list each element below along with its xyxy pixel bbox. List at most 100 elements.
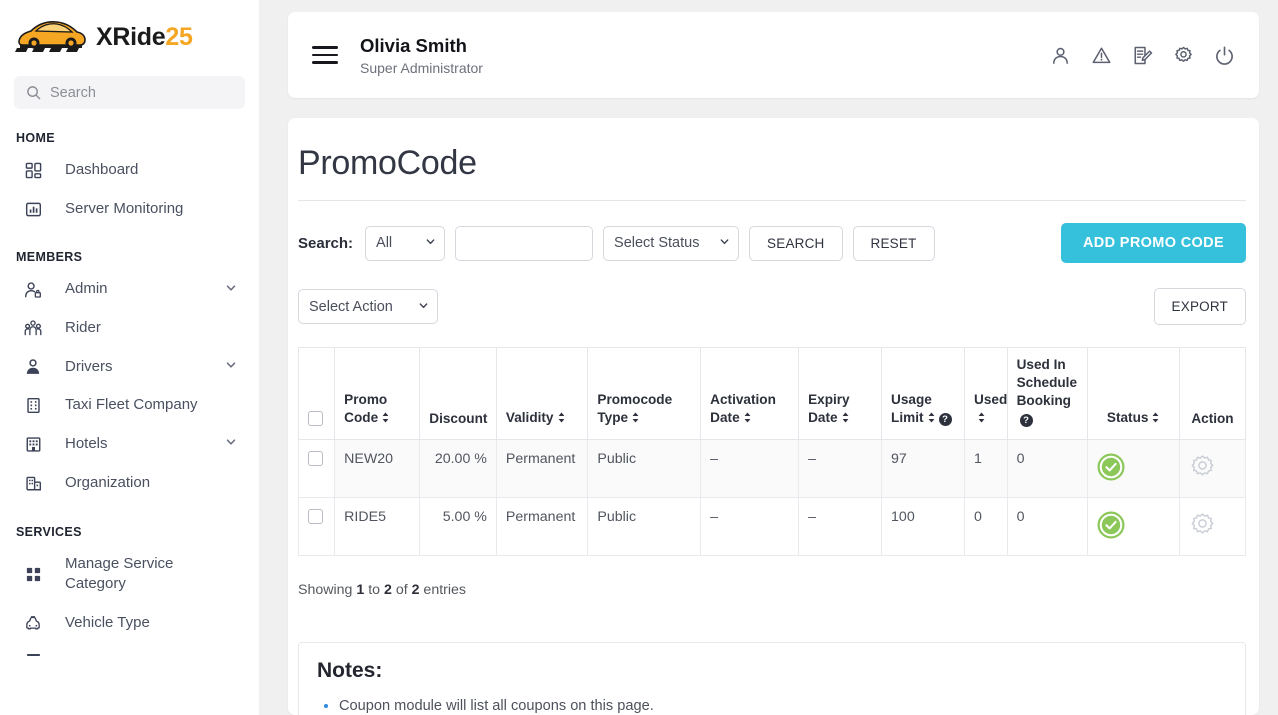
warning-triangle-icon[interactable] [1091,45,1112,66]
header-user-role: Super Administrator [360,59,483,76]
reset-button[interactable]: RESET [852,225,935,261]
status-select-wrapper: Select Status [603,225,740,261]
col-action: Action [1178,347,1247,440]
chevron-down-icon[interactable] [225,435,237,453]
table-row: NEW20 20.00 % Permanent Public – – 97 1 … [297,438,1247,498]
sidebar-item-rider[interactable]: Rider [0,309,259,348]
user-icon [22,358,44,376]
sidebar-search[interactable]: Search [14,76,245,109]
col-promo-code[interactable]: Promo Code [334,347,421,440]
cell-validity: Permanent [495,496,589,556]
filter-bar: Search: All Select Status SEARCH RESET A… [298,223,1246,263]
gear-icon[interactable] [1189,511,1236,542]
showing-of: of [391,581,412,598]
status-select[interactable]: Select Status [603,225,740,261]
search-input[interactable] [455,225,594,261]
col-label: Validity [505,409,554,425]
grid-icon [22,566,44,583]
help-icon[interactable]: ? [1019,413,1033,427]
col-expiry-date[interactable]: Expiry Date [798,347,883,440]
brand-accent: 25 [165,22,193,51]
sort-icon [381,410,390,428]
table-toolbar: Select Action EXPORT [298,288,1246,325]
chevron-down-icon[interactable] [225,358,237,376]
search-icon [27,86,41,100]
export-button[interactable]: EXPORT [1153,288,1246,325]
menu-line-icon [22,652,44,658]
sidebar-section-home: HOME [16,131,55,145]
users-icon [22,319,44,337]
sidebar-item-hotels[interactable]: Hotels [0,425,259,464]
status-badge-active[interactable] [1097,511,1170,543]
col-promocode-type[interactable]: Promocode Type [587,347,702,440]
header-user-block: Olivia Smith Super Administrator [360,34,483,75]
list-item: Coupon module will list all coupons on t… [339,695,1227,715]
main-content: Olivia Smith Super Administrator PromoCo… [259,0,1278,715]
showing-to: 2 [383,581,392,598]
cell-expiry-date: – [798,496,883,556]
search-button[interactable]: SEARCH [749,225,843,261]
hotel-icon [22,436,44,453]
sidebar-item-partial[interactable] [0,643,259,667]
user-icon[interactable] [1050,45,1071,66]
sidebar-item-vehicle-type[interactable]: Vehicle Type [0,604,259,643]
add-promo-code-button[interactable]: ADD PROMO CODE [1060,223,1246,263]
sidebar-item-label: Manage Service Category [65,554,174,593]
notes-list: Coupon module will list all coupons on t… [317,695,1227,715]
search-type-select[interactable]: All [365,225,446,261]
action-select-wrapper: Select Action [298,289,438,324]
chevron-down-icon[interactable] [225,281,237,299]
gear-icon[interactable] [1173,45,1194,66]
title-divider [298,200,1246,201]
showing-prefix: Showing [298,581,357,598]
row-checkbox[interactable] [308,450,323,466]
app-root: XRide25 Search HOME Dashboard Server Mon… [0,0,1278,715]
col-validity[interactable]: Validity [495,347,589,440]
col-status[interactable]: Status [1087,347,1180,440]
sidebar-item-server-monitoring[interactable]: Server Monitoring [0,190,259,229]
power-icon[interactable] [1214,45,1235,66]
col-label: Action [1191,410,1234,426]
col-activation-date[interactable]: Activation Date [700,347,800,440]
row-checkbox[interactable] [308,508,323,524]
col-label: Used In Schedule Booking [1016,357,1078,408]
col-usage-limit[interactable]: Usage Limit? [881,347,966,440]
status-badge-active[interactable] [1097,453,1170,485]
gear-icon[interactable] [1189,453,1236,484]
select-all-header [297,347,336,440]
cell-activation-date: – [700,496,800,556]
edit-document-icon[interactable] [1132,45,1153,66]
sort-icon [841,410,850,428]
cell-usage-limit: 100 [881,496,966,556]
cell-promo-code: NEW20 [334,438,421,498]
cell-used-in-schedule-booking: 0 [1006,496,1089,556]
sidebar-item-manage-service-category[interactable]: Manage Service Category [0,545,259,604]
sidebar-item-dashboard[interactable]: Dashboard [0,151,259,190]
cell-usage-limit: 97 [881,438,966,498]
sidebar-item-taxi-fleet-company[interactable]: Taxi Fleet Company [0,386,259,425]
hamburger-icon[interactable] [312,41,338,68]
row-select-cell [297,496,336,556]
showing-mid: to [364,581,384,598]
showing-suffix: entries [419,581,467,598]
sidebar-item-label: Hotels [65,435,108,453]
cell-activation-date: – [700,438,800,498]
sidebar-item-organization[interactable]: Organization [0,464,259,503]
type-select-wrapper: All [365,225,446,261]
select-action-dropdown[interactable]: Select Action [298,289,438,324]
cell-status [1087,438,1180,498]
promocode-card: PromoCode Search: All Select Status SEAR… [288,118,1259,715]
search-label: Search: [298,234,354,252]
cell-action [1178,438,1247,498]
select-all-checkbox[interactable] [308,410,323,426]
col-used[interactable]: Used [964,347,1008,440]
brand-logo[interactable]: XRide25 [0,0,259,70]
page-title: PromoCode [298,144,477,182]
help-icon[interactable]: ? [938,412,952,426]
col-label: Status [1106,409,1149,425]
col-label: Used [974,391,1008,407]
cell-used-in-schedule-booking: 0 [1006,438,1089,498]
sidebar-item-drivers[interactable]: Drivers [0,348,259,387]
sidebar-item-admin[interactable]: Admin [0,270,259,309]
sidebar-item-label: Organization [65,473,151,491]
